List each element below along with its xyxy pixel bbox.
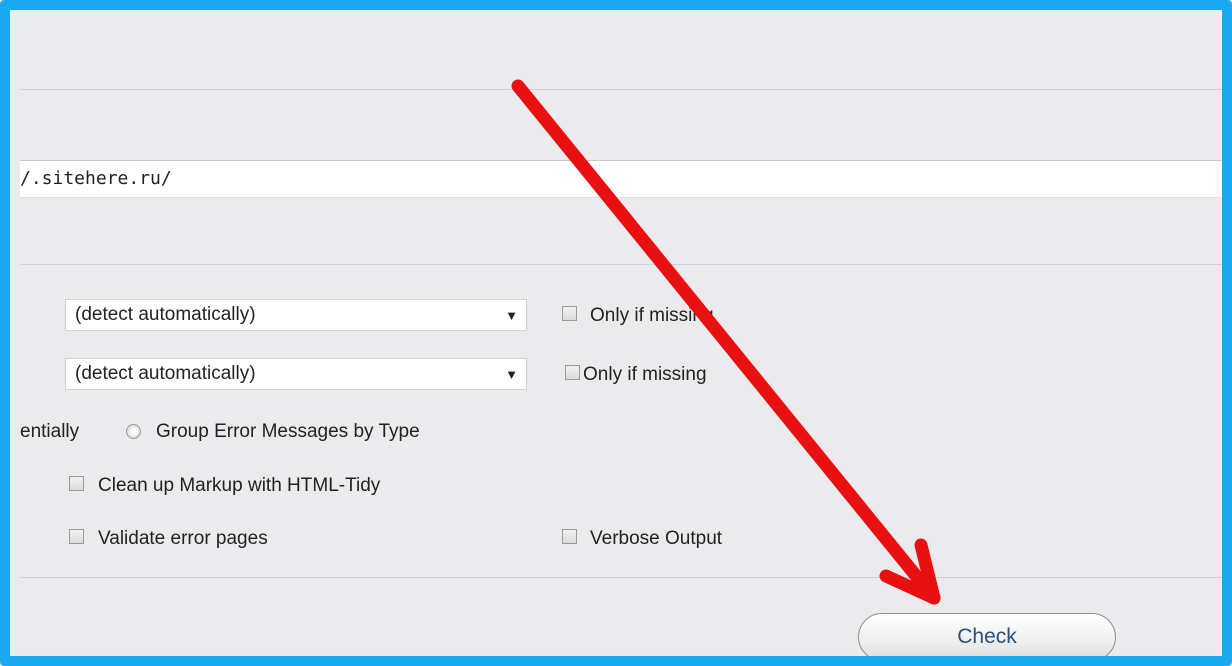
clean-up-markup-checkbox[interactable] bbox=[69, 476, 84, 491]
divider bbox=[20, 577, 1222, 578]
doctype-only-if-missing-checkbox[interactable] bbox=[565, 365, 580, 380]
dropdown-arrow-icon: ▼ bbox=[505, 308, 518, 323]
charset-only-if-missing-label: Only if missing bbox=[590, 305, 714, 326]
validator-options-panel: /.sitehere.ru/ (detect automatically) ▼ … bbox=[20, 20, 1222, 656]
validate-error-pages-label: Validate error pages bbox=[98, 528, 268, 549]
url-input[interactable]: /.sitehere.ru/ bbox=[20, 160, 1222, 198]
verbose-output-checkbox[interactable] bbox=[562, 529, 577, 544]
group-error-messages-radio[interactable] bbox=[126, 424, 141, 439]
check-button[interactable]: Check bbox=[858, 613, 1116, 656]
doctype-select[interactable]: (detect automatically) ▼ bbox=[65, 358, 527, 390]
divider bbox=[20, 264, 1222, 265]
doctype-select-value: (detect automatically) bbox=[75, 363, 256, 384]
verbose-output-label: Verbose Output bbox=[590, 528, 723, 549]
doctype-only-if-missing-label: Only if missing bbox=[583, 364, 707, 385]
charset-select[interactable]: (detect automatically) ▼ bbox=[65, 299, 527, 331]
charset-select-value: (detect automatically) bbox=[75, 304, 256, 325]
group-error-messages-label: Group Error Messages by Type bbox=[156, 421, 420, 442]
clean-up-markup-label: Clean up Markup with HTML-Tidy bbox=[98, 475, 381, 496]
validate-error-pages-checkbox[interactable] bbox=[69, 529, 84, 544]
charset-only-if-missing-checkbox[interactable] bbox=[562, 306, 577, 321]
divider bbox=[20, 89, 1222, 90]
screenshot-frame: /.sitehere.ru/ (detect automatically) ▼ … bbox=[0, 0, 1232, 666]
dropdown-arrow-icon: ▼ bbox=[505, 367, 518, 382]
list-messages-sequentially-label: entially bbox=[20, 421, 80, 442]
